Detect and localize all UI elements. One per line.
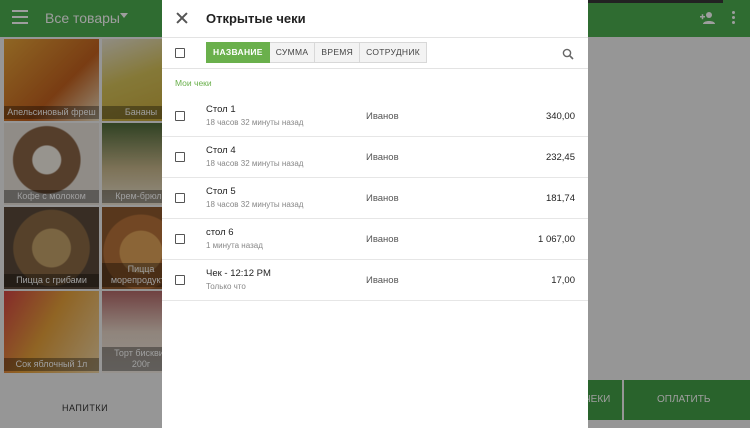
receipt-employee: Иванов — [366, 111, 399, 122]
receipt-sum: 232,45 — [545, 152, 575, 163]
receipt-row[interactable]: Стол 5 18 часов 32 минуты назад Иванов 1… — [162, 178, 588, 219]
search-icon[interactable] — [562, 48, 574, 60]
receipt-employee: Иванов — [366, 275, 399, 286]
close-icon[interactable] — [176, 12, 188, 24]
tab-name[interactable]: НАЗВАНИЕ — [206, 42, 270, 63]
receipt-name: стол 6 — [206, 227, 234, 238]
tab-time[interactable]: ВРЕМЯ — [315, 42, 361, 63]
receipt-row[interactable]: Стол 4 18 часов 32 минуты назад Иванов 2… — [162, 137, 588, 178]
tab-employee[interactable]: СОТРУДНИК — [360, 42, 428, 63]
receipt-time: 18 часов 32 минуты назад — [206, 159, 304, 168]
receipt-list: Стол 1 18 часов 32 минуты назад Иванов 3… — [162, 96, 588, 301]
receipt-name: Стол 5 — [206, 186, 236, 197]
receipt-name: Чек - 12:12 PM — [206, 268, 271, 279]
receipt-sum: 17,00 — [551, 275, 575, 286]
open-receipts-dialog: Открытые чеки НАЗВАНИЕ СУММА ВРЕМЯ СОТРУ… — [162, 0, 588, 428]
receipt-time: 18 часов 32 минуты назад — [206, 200, 304, 209]
receipt-sum: 1 067,00 — [538, 234, 575, 245]
receipt-row[interactable]: Стол 1 18 часов 32 минуты назад Иванов 3… — [162, 96, 588, 137]
row-checkbox[interactable] — [175, 234, 185, 244]
receipt-sum: 181,74 — [545, 193, 575, 204]
receipt-time: Только что — [206, 282, 246, 291]
sort-tabs: НАЗВАНИЕ СУММА ВРЕМЯ СОТРУДНИК — [206, 42, 428, 63]
row-checkbox[interactable] — [175, 152, 185, 162]
row-checkbox[interactable] — [175, 275, 185, 285]
receipt-name: Стол 4 — [206, 145, 236, 156]
select-all-checkbox[interactable] — [175, 48, 185, 58]
row-checkbox[interactable] — [175, 111, 185, 121]
dialog-header: Открытые чеки — [162, 0, 588, 38]
receipt-sum: 340,00 — [545, 111, 575, 122]
receipt-name: Стол 1 — [206, 104, 236, 115]
receipt-employee: Иванов — [366, 234, 399, 245]
receipt-time: 18 часов 32 минуты назад — [206, 118, 304, 127]
receipt-row[interactable]: Чек - 12:12 PM Только что Иванов 17,00 — [162, 260, 588, 301]
receipt-time: 1 минута назад — [206, 241, 263, 250]
section-label: Мои чеки — [175, 78, 212, 88]
receipt-row[interactable]: стол 6 1 минута назад Иванов 1 067,00 — [162, 219, 588, 260]
dialog-title: Открытые чеки — [206, 11, 306, 26]
row-checkbox[interactable] — [175, 193, 185, 203]
receipt-employee: Иванов — [366, 193, 399, 204]
tab-sum[interactable]: СУММА — [269, 42, 316, 63]
sort-bar: НАЗВАНИЕ СУММА ВРЕМЯ СОТРУДНИК — [162, 38, 588, 69]
receipt-employee: Иванов — [366, 152, 399, 163]
